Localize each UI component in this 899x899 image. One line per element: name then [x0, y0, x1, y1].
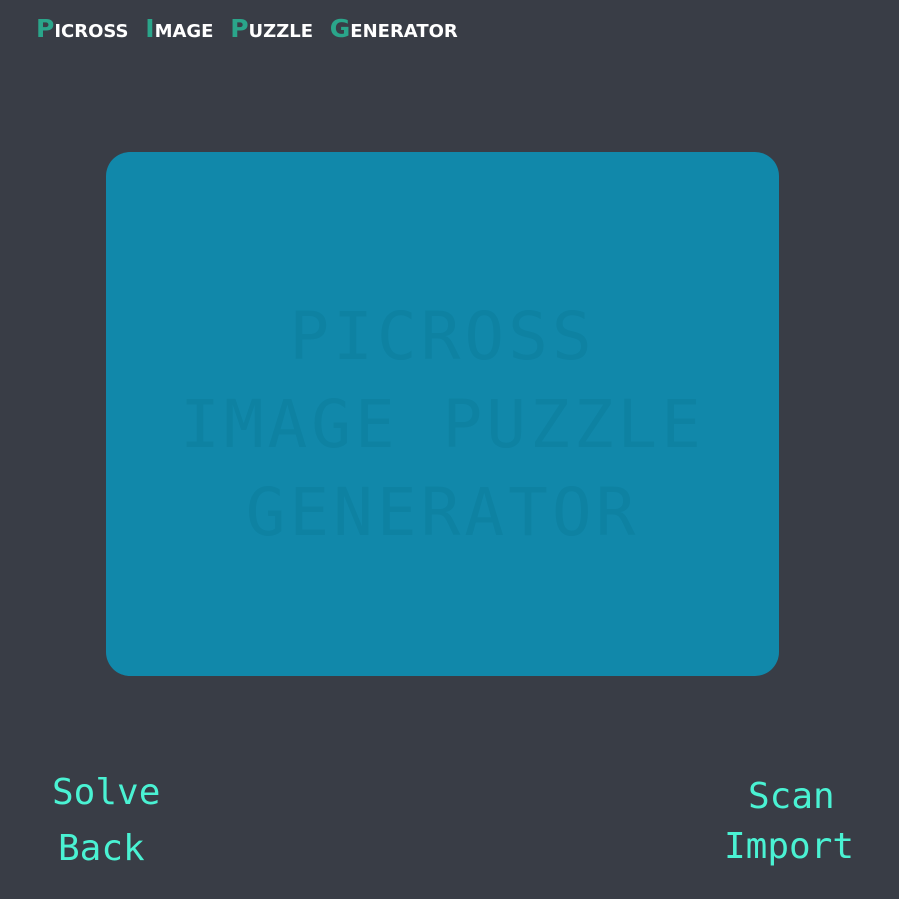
- solve-button[interactable]: Solve: [52, 772, 160, 813]
- title-initial: P: [230, 14, 249, 43]
- import-button[interactable]: Import: [724, 826, 854, 867]
- title-rest: uzzle: [248, 14, 314, 43]
- scan-button[interactable]: Scan: [748, 776, 835, 817]
- title-rest: icross: [54, 14, 129, 43]
- title-word-generator: Generator: [330, 14, 458, 43]
- app-title: Picross Image Puzzle Generator: [36, 14, 458, 43]
- title-word-picross: Picross: [36, 14, 129, 43]
- title-initial: P: [36, 14, 55, 43]
- watermark-line: IMAGE PUZZLE: [180, 386, 705, 463]
- title-word-image: Image: [145, 14, 213, 43]
- app-window: Picross Image Puzzle Generator PICROSS I…: [0, 0, 899, 899]
- watermark: PICROSS IMAGE PUZZLE GENERATOR: [106, 152, 779, 676]
- title-initial: G: [329, 14, 351, 43]
- watermark-line: GENERATOR: [245, 474, 640, 551]
- watermark-line: PICROSS: [289, 298, 596, 375]
- title-rest: mage: [154, 14, 214, 43]
- back-button[interactable]: Back: [58, 828, 145, 869]
- title-initial: I: [145, 14, 155, 43]
- title-word-puzzle: Puzzle: [230, 14, 313, 43]
- title-rest: enerator: [350, 14, 458, 43]
- image-preview-panel: PICROSS IMAGE PUZZLE GENERATOR: [106, 152, 779, 676]
